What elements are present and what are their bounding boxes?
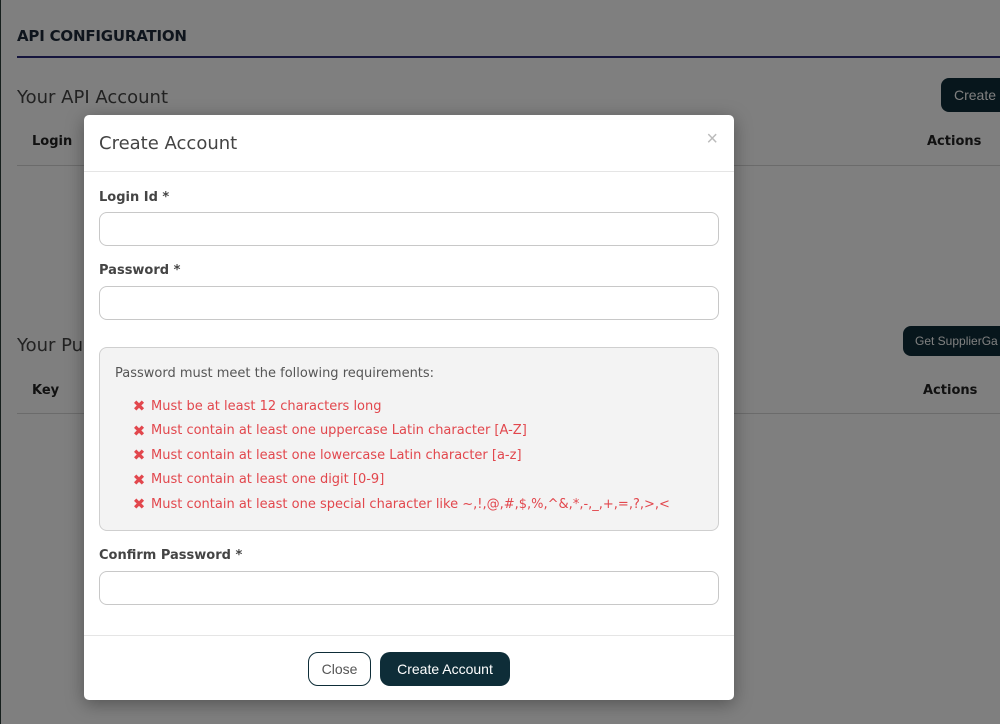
password-label: Password * (99, 263, 181, 278)
close-button[interactable]: Close (308, 652, 371, 686)
login-id-label: Login Id * (99, 190, 170, 205)
requirement-text: Must contain at least one special charac… (151, 496, 670, 512)
create-account-button[interactable]: Create Account (380, 652, 510, 686)
x-mark-icon: ✖ (132, 446, 146, 465)
create-account-modal: Create Account × Login Id * Password * P… (84, 115, 734, 700)
login-id-input[interactable] (99, 212, 719, 246)
confirm-password-label: Confirm Password * (99, 548, 243, 563)
requirement-item: ✖ Must be at least 12 characters long (132, 394, 670, 419)
requirement-item: ✖ Must contain at least one uppercase La… (132, 419, 670, 444)
requirement-item: ✖ Must contain at least one special char… (132, 492, 670, 517)
confirm-password-input[interactable] (99, 571, 719, 605)
requirement-text: Must contain at least one digit [0-9] (151, 472, 385, 488)
requirement-item: ✖ Must contain at least one lowercase La… (132, 443, 670, 468)
password-input[interactable] (99, 286, 719, 320)
requirement-item: ✖ Must contain at least one digit [0-9] (132, 468, 670, 493)
close-icon[interactable]: × (706, 129, 718, 149)
requirement-text: Must be at least 12 characters long (151, 398, 382, 414)
x-mark-icon: ✖ (132, 397, 146, 416)
x-mark-icon: ✖ (132, 470, 146, 489)
requirements-list: ✖ Must be at least 12 characters long ✖ … (132, 394, 670, 517)
modal-footer: Close Create Account (84, 635, 734, 700)
x-mark-icon: ✖ (132, 495, 146, 514)
modal-header: Create Account × (84, 115, 734, 172)
modal-title: Create Account (99, 133, 238, 154)
requirement-text: Must contain at least one uppercase Lati… (151, 423, 527, 439)
requirements-intro: Password must meet the following require… (115, 366, 435, 381)
x-mark-icon: ✖ (132, 421, 146, 440)
requirement-text: Must contain at least one lowercase Lati… (151, 447, 522, 463)
password-requirements-box: Password must meet the following require… (99, 347, 719, 531)
